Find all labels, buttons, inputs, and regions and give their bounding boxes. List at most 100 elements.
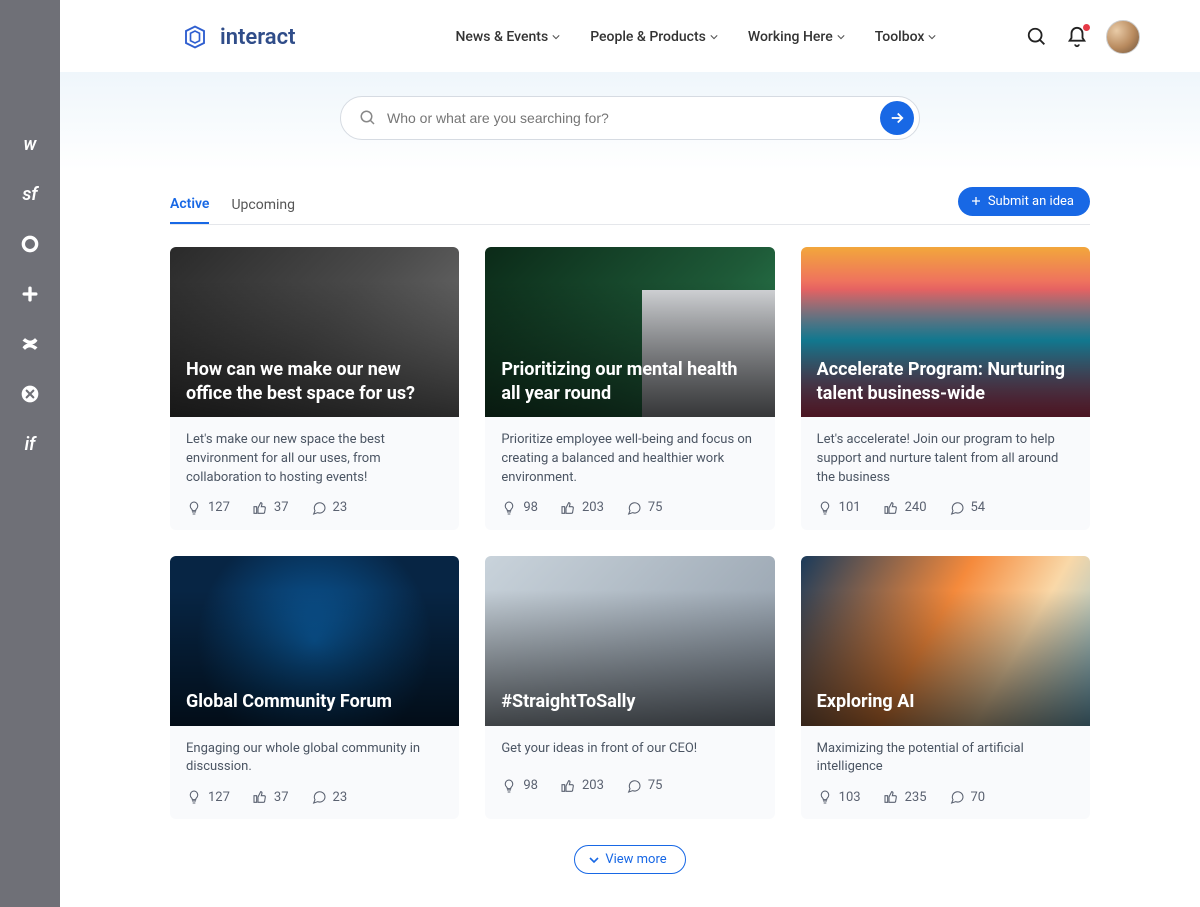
search-bar[interactable] (340, 96, 920, 140)
card-stats: 98 203 75 (485, 778, 774, 808)
submit-idea-button[interactable]: Submit an idea (958, 187, 1090, 216)
rail-app-slack[interactable] (16, 280, 44, 308)
thumbs-up-icon (560, 500, 576, 516)
chevron-down-icon (589, 855, 599, 865)
arrow-right-icon (888, 109, 906, 127)
rail-app-x[interactable] (16, 380, 44, 408)
rail-app-confluence[interactable] (16, 330, 44, 358)
search-hero (60, 72, 1200, 170)
search-submit-button[interactable] (880, 101, 914, 135)
rail-app-circle[interactable] (16, 230, 44, 258)
thumbs-up-icon (252, 789, 268, 805)
idea-count: 103 (817, 789, 861, 805)
comment-count: 23 (311, 789, 348, 805)
lightbulb-icon (186, 789, 202, 805)
rail-app-if[interactable]: if (16, 430, 44, 458)
nav-news-events[interactable]: News & Events (455, 29, 560, 45)
chevron-down-icon (552, 33, 560, 41)
like-count: 37 (252, 500, 289, 516)
card-hero: Accelerate Program: Nurturing talent bus… (801, 247, 1090, 417)
idea-card[interactable]: Prioritizing our mental health all year … (485, 247, 774, 530)
header-search-button[interactable] (1026, 26, 1048, 48)
card-title: Accelerate Program: Nurturing talent bus… (817, 358, 1074, 405)
idea-card[interactable]: How can we make our new office the best … (170, 247, 459, 530)
card-description: Let's make our new space the best enviro… (170, 417, 459, 500)
comment-icon (626, 500, 642, 516)
card-description: Let's accelerate! Join our program to he… (801, 417, 1090, 500)
comment-icon (949, 789, 965, 805)
lightbulb-icon (817, 500, 833, 516)
rail-app-workday[interactable]: w (16, 130, 44, 158)
nav-toolbox[interactable]: Toolbox (875, 29, 937, 45)
idea-grid: How can we make our new office the best … (170, 247, 1090, 819)
lightbulb-icon (501, 500, 517, 516)
card-title: How can we make our new office the best … (186, 358, 443, 405)
card-description: Prioritize employee well-being and focus… (485, 417, 774, 500)
search-icon (1026, 26, 1048, 48)
like-count: 235 (883, 789, 927, 805)
comment-icon (311, 500, 327, 516)
card-description: Get your ideas in front of our CEO! (485, 726, 774, 778)
idea-count: 98 (501, 778, 538, 794)
comment-count: 75 (626, 778, 663, 794)
logo-icon (180, 22, 210, 52)
nav-people-products[interactable]: People & Products (590, 29, 718, 45)
card-title: Prioritizing our mental health all year … (501, 358, 758, 405)
card-stats: 127 37 23 (170, 789, 459, 819)
card-hero: Exploring AI (801, 556, 1090, 726)
primary-nav: News & Events People & Products Working … (455, 29, 936, 45)
comment-count: 70 (949, 789, 986, 805)
nav-working-here[interactable]: Working Here (748, 29, 845, 45)
card-stats: 103 235 70 (801, 789, 1090, 819)
chevron-down-icon (928, 33, 936, 41)
lightbulb-icon (186, 500, 202, 516)
idea-count: 98 (501, 500, 538, 516)
app-rail: w sf if (0, 0, 60, 907)
idea-card[interactable]: Accelerate Program: Nurturing talent bus… (801, 247, 1090, 530)
thumbs-up-icon (883, 500, 899, 516)
tab-active[interactable]: Active (170, 186, 209, 224)
notification-dot (1083, 24, 1090, 31)
brand-logo[interactable]: interact (180, 22, 295, 52)
thumbs-up-icon (560, 778, 576, 794)
rail-app-salesforce[interactable]: sf (16, 180, 44, 208)
like-count: 37 (252, 789, 289, 805)
like-count: 203 (560, 500, 604, 516)
thumbs-up-icon (883, 789, 899, 805)
header: interact News & Events People & Products… (60, 0, 1200, 72)
card-hero: How can we make our new office the best … (170, 247, 459, 417)
card-hero: #StraightToSally (485, 556, 774, 726)
user-avatar[interactable] (1106, 20, 1140, 54)
card-description: Engaging our whole global community in d… (170, 726, 459, 790)
card-stats: 101 240 54 (801, 500, 1090, 530)
idea-count: 127 (186, 789, 230, 805)
tab-upcoming[interactable]: Upcoming (231, 187, 295, 223)
submit-idea-label: Submit an idea (988, 194, 1074, 209)
card-description: Maximizing the potential of artificial i… (801, 726, 1090, 790)
lightbulb-icon (501, 778, 517, 794)
view-more-label: View more (605, 852, 666, 867)
idea-count: 127 (186, 500, 230, 516)
idea-card[interactable]: Exploring AI Maximizing the potential of… (801, 556, 1090, 820)
plus-icon (970, 195, 982, 207)
comment-count: 75 (626, 500, 663, 516)
comment-count: 23 (311, 500, 348, 516)
idea-count: 101 (817, 500, 861, 516)
search-input[interactable] (387, 110, 880, 126)
comment-icon (626, 778, 642, 794)
idea-card[interactable]: #StraightToSally Get your ideas in front… (485, 556, 774, 820)
brand-name: interact (220, 25, 295, 50)
view-more-button[interactable]: View more (574, 845, 685, 874)
search-icon (359, 109, 377, 127)
comment-icon (311, 789, 327, 805)
comment-icon (949, 500, 965, 516)
idea-card[interactable]: Global Community Forum Engaging our whol… (170, 556, 459, 820)
lightbulb-icon (817, 789, 833, 805)
card-title: Exploring AI (817, 690, 915, 713)
card-hero: Global Community Forum (170, 556, 459, 726)
card-title: Global Community Forum (186, 690, 392, 713)
notifications-button[interactable] (1066, 26, 1088, 48)
like-count: 203 (560, 778, 604, 794)
thumbs-up-icon (252, 500, 268, 516)
tabs-row: Active Upcoming Submit an idea (170, 186, 1090, 225)
